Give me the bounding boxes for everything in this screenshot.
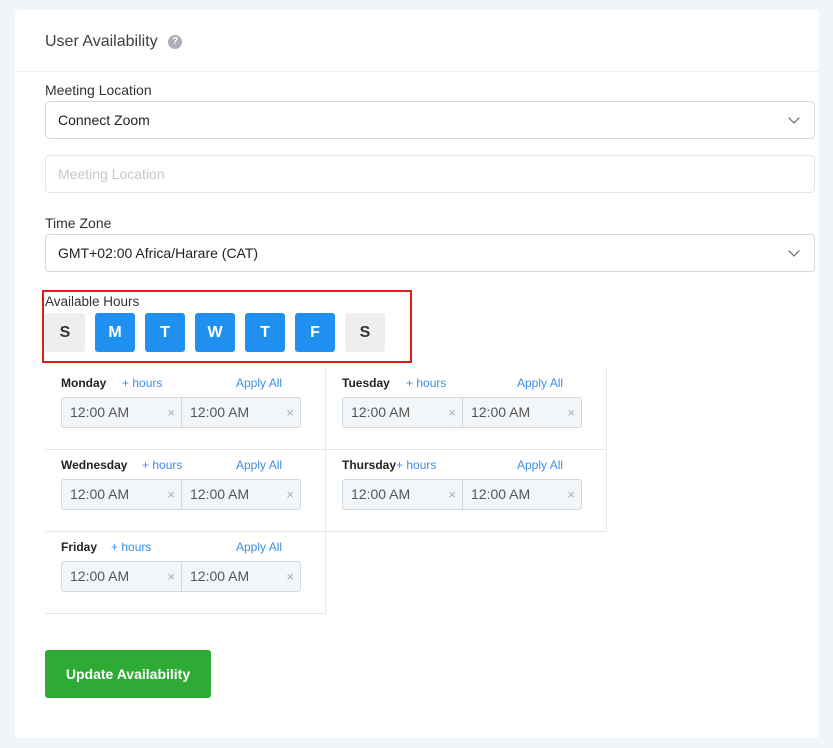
day-schedule: Thursday + hours Apply All 12:00 AM × 12:…: [326, 450, 607, 532]
end-time-field[interactable]: 12:00 AM ×: [181, 480, 300, 509]
start-time: 12:00 AM: [351, 404, 411, 420]
meeting-location-value: Connect Zoom: [58, 112, 150, 128]
day-toggle[interactable]: T: [145, 313, 185, 352]
time-zone-select[interactable]: GMT+02:00 Africa/Harare (CAT): [45, 234, 815, 272]
time-range: 12:00 AM × 12:00 AM ×: [342, 397, 582, 428]
add-hours-link[interactable]: + hours: [406, 376, 446, 390]
apply-all-link[interactable]: Apply All: [236, 458, 282, 472]
time-zone-value: GMT+02:00 Africa/Harare (CAT): [58, 245, 259, 261]
time-range: 12:00 AM × 12:00 AM ×: [61, 561, 301, 592]
apply-all-link[interactable]: Apply All: [236, 540, 282, 554]
day-name: Tuesday: [342, 376, 390, 390]
add-hours-link[interactable]: + hours: [396, 458, 436, 472]
start-time-field[interactable]: 12:00 AM ×: [62, 562, 181, 591]
day-schedule: Wednesday + hours Apply All 12:00 AM × 12…: [45, 450, 326, 532]
day-toggle[interactable]: F: [295, 313, 335, 352]
start-time-field[interactable]: 12:00 AM ×: [62, 398, 181, 427]
end-time-field[interactable]: 12:00 AM ×: [181, 398, 300, 427]
start-time-field[interactable]: 12:00 AM ×: [343, 398, 462, 427]
day-toggle[interactable]: S: [45, 313, 85, 352]
end-time: 12:00 AM: [471, 486, 531, 502]
time-range: 12:00 AM × 12:00 AM ×: [342, 479, 582, 510]
clear-icon[interactable]: ×: [167, 398, 175, 427]
day-name: Thursday: [342, 458, 397, 472]
day-schedule: Monday + hours Apply All 12:00 AM × 12:00…: [45, 368, 326, 450]
day-name: Wednesday: [61, 458, 128, 472]
end-time-field[interactable]: 12:00 AM ×: [462, 398, 581, 427]
day-toggle[interactable]: T: [245, 313, 285, 352]
end-time: 12:00 AM: [190, 486, 250, 502]
availability-card: User Availability ? Meeting Location Con…: [15, 10, 819, 738]
add-hours-link[interactable]: + hours: [111, 540, 151, 554]
time-range: 12:00 AM × 12:00 AM ×: [61, 397, 301, 428]
start-time: 12:00 AM: [70, 486, 130, 502]
chevron-down-icon: [788, 245, 800, 257]
clear-icon[interactable]: ×: [167, 480, 175, 509]
add-hours-link[interactable]: + hours: [122, 376, 162, 390]
meeting-location-input[interactable]: [45, 155, 815, 193]
start-time: 12:00 AM: [70, 404, 130, 420]
time-range: 12:00 AM × 12:00 AM ×: [61, 479, 301, 510]
day-schedule: Tuesday + hours Apply All 12:00 AM × 12:0…: [326, 368, 607, 450]
add-hours-link[interactable]: + hours: [142, 458, 182, 472]
end-time-field[interactable]: 12:00 AM ×: [181, 562, 300, 591]
day-name: Friday: [61, 540, 98, 554]
day-toggle[interactable]: S: [345, 313, 385, 352]
day-toggles: SMTWTFS: [45, 313, 385, 352]
page-title: User Availability: [45, 33, 158, 50]
time-zone-label: Time Zone: [45, 215, 112, 231]
day-toggle[interactable]: W: [195, 313, 235, 352]
day-schedule: Friday + hours Apply All 12:00 AM × 12:00…: [45, 532, 326, 614]
card-header: User Availability ?: [15, 10, 819, 72]
help-icon[interactable]: ?: [168, 35, 182, 49]
clear-icon[interactable]: ×: [286, 398, 294, 427]
day-name: Monday: [61, 376, 107, 390]
clear-icon[interactable]: ×: [567, 398, 575, 427]
meeting-location-select[interactable]: Connect Zoom: [45, 101, 815, 139]
update-availability-button[interactable]: Update Availability: [45, 650, 211, 698]
day-toggle[interactable]: M: [95, 313, 135, 352]
start-time: 12:00 AM: [70, 568, 130, 584]
clear-icon[interactable]: ×: [167, 562, 175, 591]
clear-icon[interactable]: ×: [567, 480, 575, 509]
meeting-location-label: Meeting Location: [45, 82, 152, 98]
end-time: 12:00 AM: [471, 404, 531, 420]
apply-all-link[interactable]: Apply All: [517, 376, 563, 390]
available-hours-label: Available Hours: [45, 294, 140, 309]
clear-icon[interactable]: ×: [286, 480, 294, 509]
start-time: 12:00 AM: [351, 486, 411, 502]
apply-all-link[interactable]: Apply All: [517, 458, 563, 472]
clear-icon[interactable]: ×: [286, 562, 294, 591]
apply-all-link[interactable]: Apply All: [236, 376, 282, 390]
clear-icon[interactable]: ×: [448, 398, 456, 427]
end-time-field[interactable]: 12:00 AM ×: [462, 480, 581, 509]
end-time: 12:00 AM: [190, 568, 250, 584]
end-time: 12:00 AM: [190, 404, 250, 420]
clear-icon[interactable]: ×: [448, 480, 456, 509]
start-time-field[interactable]: 12:00 AM ×: [62, 480, 181, 509]
start-time-field[interactable]: 12:00 AM ×: [343, 480, 462, 509]
chevron-down-icon: [788, 112, 800, 124]
